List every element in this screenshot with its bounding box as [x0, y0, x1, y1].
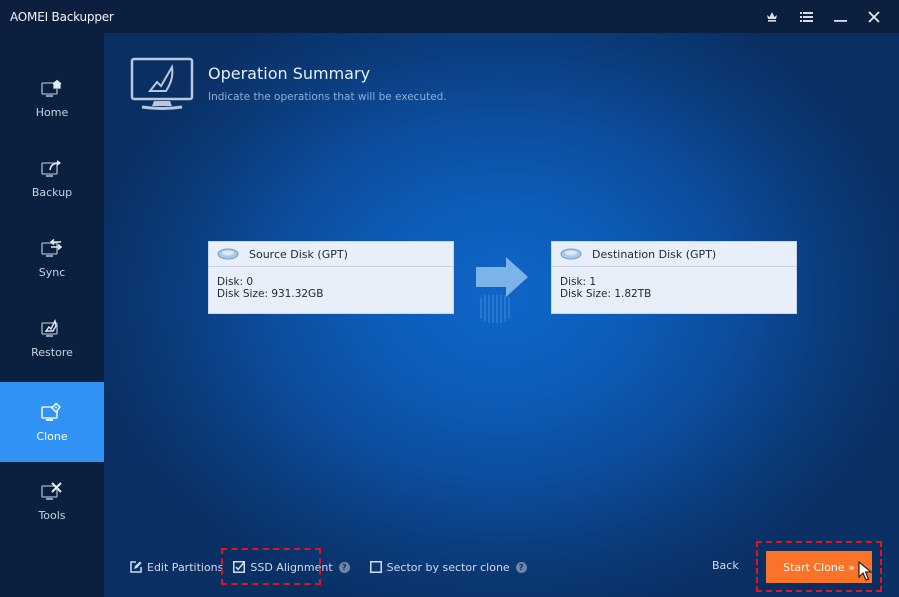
upgrade-icon: [767, 12, 777, 22]
disk-icon: [560, 248, 582, 260]
window-controls: [755, 0, 891, 33]
destination-disk-title: Destination Disk (GPT): [592, 247, 717, 261]
sidebar-item-home[interactable]: Home: [0, 58, 104, 138]
back-button[interactable]: Back: [708, 557, 743, 574]
page-title: Operation Summary: [208, 64, 371, 83]
sync-icon: [41, 238, 63, 257]
sector-by-sector-label: Sector by sector clone: [386, 560, 510, 574]
clone-options: Edit Partitions SSD Alignment ? Sector b…: [130, 557, 527, 577]
title-bar: AOMEI Backupper: [0, 0, 899, 33]
sector-by-sector-checkbox[interactable]: Sector by sector clone: [369, 560, 510, 574]
home-icon: [41, 79, 62, 97]
menu-icon: [799, 11, 813, 22]
start-clone-button[interactable]: Start Clone »: [766, 551, 872, 583]
sidebar-item-label: Restore: [31, 345, 73, 359]
sidebar-item-clone[interactable]: Clone: [0, 382, 104, 462]
ssd-alignment-highlight: [221, 548, 321, 585]
sidebar-item-label: Tools: [38, 508, 66, 522]
menu-button[interactable]: [789, 0, 823, 33]
close-icon: [868, 10, 880, 23]
sidebar-item-label: Home: [35, 105, 69, 119]
clone-icon: [41, 402, 61, 421]
sidebar-item-restore[interactable]: Restore: [0, 298, 104, 378]
main-panel: Operation Summary Indicate the operation…: [104, 33, 899, 597]
source-disk-title: Source Disk (GPT): [249, 247, 348, 261]
sidebar-item-label: Sync: [38, 265, 66, 279]
app-title: AOMEI Backupper: [10, 9, 114, 24]
checkbox-unchecked-icon: [369, 561, 382, 573]
source-disk-size: Disk Size: 931.32GB: [217, 288, 324, 300]
destination-disk-size: Disk Size: 1.82TB: [560, 288, 652, 300]
close-button[interactable]: [857, 0, 891, 33]
minimize-icon: [833, 19, 847, 22]
destination-disk-card[interactable]: Destination Disk (GPT) Disk: 1 Disk Size…: [551, 241, 797, 314]
disk-icon: [217, 248, 239, 260]
destination-disk-number: Disk: 1: [560, 276, 597, 288]
sector-by-sector-help-icon[interactable]: ?: [515, 561, 527, 573]
monitor-icon: [130, 57, 194, 110]
restore-icon: [41, 318, 58, 337]
edit-partitions-label: Edit Partitions: [147, 560, 224, 574]
sidebar-item-tools[interactable]: Tools: [0, 461, 104, 541]
source-disk-card[interactable]: Source Disk (GPT) Disk: 0 Disk Size: 931…: [208, 241, 454, 314]
sidebar-item-backup[interactable]: Backup: [0, 138, 104, 218]
sidebar-item-label: Clone: [36, 429, 68, 443]
backup-icon: [41, 159, 61, 177]
arrow-right-icon: [476, 257, 528, 323]
source-disk-number: Disk: 0: [217, 276, 254, 288]
upgrade-button[interactable]: [755, 0, 789, 33]
edit-partitions-button[interactable]: Edit Partitions: [130, 561, 223, 574]
edit-icon: [130, 561, 142, 573]
tools-icon: [41, 481, 62, 500]
sidebar: Home Backup Sync Restore Clone Tools: [0, 33, 104, 597]
ssd-alignment-help-icon[interactable]: ?: [338, 561, 350, 573]
summary-header: Operation Summary Indicate the operation…: [130, 57, 447, 112]
sidebar-item-sync[interactable]: Sync: [0, 218, 104, 298]
sidebar-item-label: Backup: [31, 185, 73, 199]
minimize-button[interactable]: [823, 0, 857, 33]
page-subtitle: Indicate the operations that will be exe…: [208, 91, 447, 103]
